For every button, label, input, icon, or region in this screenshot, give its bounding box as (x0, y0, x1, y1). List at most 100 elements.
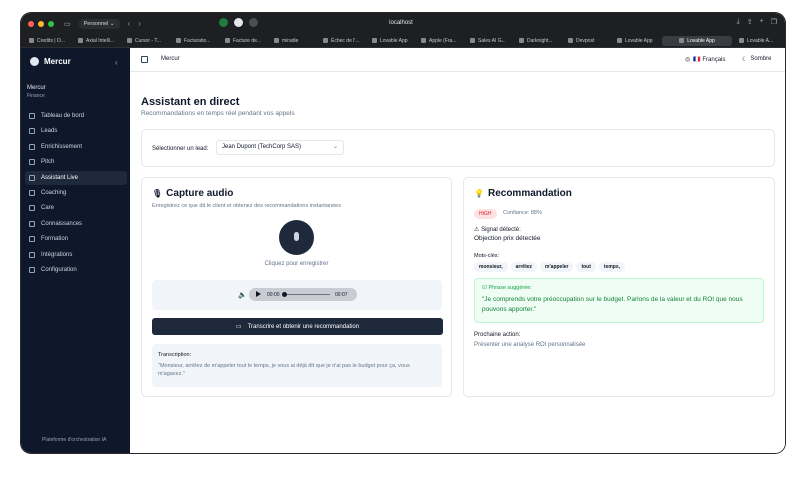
minimize-window-button[interactable] (38, 20, 44, 27)
download-icon[interactable]: ⤓ (737, 18, 740, 26)
sidebar-item-assistant-live[interactable]: Assistant Live (25, 170, 127, 185)
browser-actions: ⤓ ⇪ + ❐ (737, 18, 777, 26)
tab-label: Facturatio... (184, 37, 211, 44)
transcribe-button[interactable]: ▭ Transcrire et obtenir une recommandati… (152, 318, 443, 335)
favicon-icon (372, 38, 377, 43)
browser-tab[interactable]: miradie (270, 36, 316, 46)
heart-icon (29, 205, 35, 212)
maximize-window-button[interactable] (48, 20, 54, 27)
sidebar-item-label: Configuration (41, 266, 77, 273)
profile-selector[interactable]: Personnel ⌄ (78, 18, 120, 29)
lightbulb-icon: 💡 (474, 189, 484, 198)
users-icon (29, 128, 35, 135)
current-time: 00:00 (267, 292, 280, 298)
audio-player: 00:00 00:07 (249, 288, 357, 301)
sidebar-item-label: Tableau de bord (41, 113, 85, 119)
sidebar-item-coaching[interactable]: Coaching (25, 186, 127, 200)
tab-label: miradie (282, 37, 299, 44)
transcription-label: Transcription: (158, 352, 192, 358)
keywords-label: Mots-clés: (474, 253, 500, 259)
browser-tab[interactable]: Axial Intelli... (74, 36, 120, 46)
dashboard-icon (29, 113, 35, 119)
capture-title-text: Capture audio (166, 188, 234, 199)
browser-tab[interactable]: Lovable App (368, 36, 414, 46)
sidebar-item-configuration[interactable]: Configuration (25, 263, 127, 277)
browser-tab[interactable]: Facture de... (221, 36, 267, 46)
brand-name: Mercur (44, 57, 71, 66)
browser-tab[interactable]: Lovable App (613, 36, 659, 46)
record-hint: Cliquez pour enregistrer (264, 261, 329, 267)
address-bar[interactable]: localhost (321, 17, 481, 30)
recommendation-title: 💡 Recommandation (474, 188, 572, 199)
lead-select[interactable]: Jean Dupont (TechCorp SAS) ⌄ (216, 140, 344, 155)
suggested-text: "Je comprends votre préoccupation sur le… (482, 296, 743, 313)
close-window-button[interactable] (28, 20, 34, 27)
shield-icon[interactable] (249, 18, 258, 27)
sidebar-item-enrichissement[interactable]: Enrichissement (25, 140, 127, 154)
browser-tab[interactable]: Facturatio... (172, 36, 218, 46)
search-icon (29, 143, 35, 150)
tab-label: Sales AI G... (478, 37, 506, 44)
language-switcher[interactable]: ◎ 🇫🇷 Français (685, 56, 725, 63)
tabs-overview-icon[interactable]: ❐ (771, 18, 777, 26)
browser-tab[interactable]: Apple (Fra... (417, 36, 463, 46)
mic-icon: 🎙 (152, 189, 163, 198)
browser-tab[interactable]: Cursor - T... (123, 36, 169, 46)
volume-icon[interactable]: 🔈 (238, 291, 247, 299)
sidebar-toggle-icon[interactable]: ▭ (64, 20, 71, 28)
theme-toggle[interactable]: ☾ Sombre (742, 56, 771, 63)
url-text: localhost (389, 20, 413, 26)
extension-icon[interactable] (234, 18, 243, 27)
tab-label: Lovable App (380, 37, 408, 44)
favicon-icon (470, 38, 475, 43)
new-tab-icon[interactable]: + (760, 18, 764, 26)
sidebar-item-leads[interactable]: Leads (25, 124, 127, 138)
sidebar-item-int-grations[interactable]: Intégrations (25, 248, 127, 262)
page-subtitle: Recommandations en temps réel pendant vo… (141, 110, 295, 117)
favicon-icon (739, 38, 744, 43)
seek-bar[interactable] (287, 294, 330, 295)
browser-tab[interactable]: Sales AI G... (466, 36, 512, 46)
transcribe-button-label: Transcrire et obtenir une recommandation (247, 323, 360, 330)
suggested-label-text: Phrase suggérée: (488, 285, 532, 291)
sidebar-item-formation[interactable]: Formation (25, 232, 127, 246)
globe-icon: ◎ (685, 57, 691, 63)
back-button[interactable]: ‹ (128, 19, 131, 28)
next-action-value: Présenter une analyse ROI personnalisée (474, 342, 586, 348)
sidebar-item-connaissances[interactable]: Connaissances (25, 217, 127, 231)
browser-tab[interactable]: Lovable A... (735, 36, 781, 46)
browser-tab[interactable]: Lovable App (662, 35, 732, 46)
tab-label: Cursor - T... (135, 37, 162, 44)
play-icon[interactable] (256, 291, 261, 297)
extension-icon[interactable] (219, 18, 228, 27)
browser-window: ▭ Personnel ⌄ ‹ › localhost ⤓ ⇪ + ❐ Cred… (21, 13, 785, 453)
tab-bar: Credits | O... Axial Intelli... Cursor - T… (21, 34, 785, 48)
tab-label: Lovable App (687, 37, 715, 44)
chart-icon (29, 189, 35, 196)
favicon-icon (127, 38, 132, 43)
tab-label: Credits | O... (37, 37, 65, 44)
sidebar-item-pitch[interactable]: Pitch (25, 155, 127, 169)
collapse-sidebar-icon[interactable]: ‹ (115, 58, 118, 67)
sidebar-item-label: Care (41, 205, 55, 212)
panel-toggle-icon[interactable] (141, 56, 148, 63)
record-button[interactable] (279, 220, 314, 255)
audio-player-box: 🔈 00:00 00:07 (152, 280, 442, 310)
browser-tab[interactable]: Darknight... (515, 36, 561, 46)
sidebar-item-label: Connaissances (41, 220, 83, 227)
brand[interactable]: Mercur (30, 57, 71, 66)
recommendation-card: 💡 Recommandation HIGH Confiance: 88% ⚠ S… (463, 177, 775, 397)
browser-tab[interactable]: Échec de l'... (319, 36, 365, 46)
share-icon[interactable]: ⇪ (747, 18, 753, 26)
confidence-text: Confiance: 88% (503, 210, 542, 216)
sidebar-item-tableau-de-bord[interactable]: Tableau de bord (25, 109, 127, 123)
favicon-icon (29, 38, 34, 43)
capture-title: 🎙 Capture audio (152, 188, 233, 199)
signal-label: ⚠ Signal détecté: (474, 226, 521, 233)
sidebar-item-care[interactable]: Care (25, 201, 127, 215)
browser-tab[interactable]: Devpost (564, 36, 610, 46)
forward-button[interactable]: › (138, 19, 141, 28)
browser-tab[interactable]: Credits | O... (25, 36, 71, 46)
audio-capture-card: 🎙 Capture audio Enregistrez ce que dit l… (141, 177, 452, 397)
navigation-buttons: ‹ › (128, 19, 141, 28)
